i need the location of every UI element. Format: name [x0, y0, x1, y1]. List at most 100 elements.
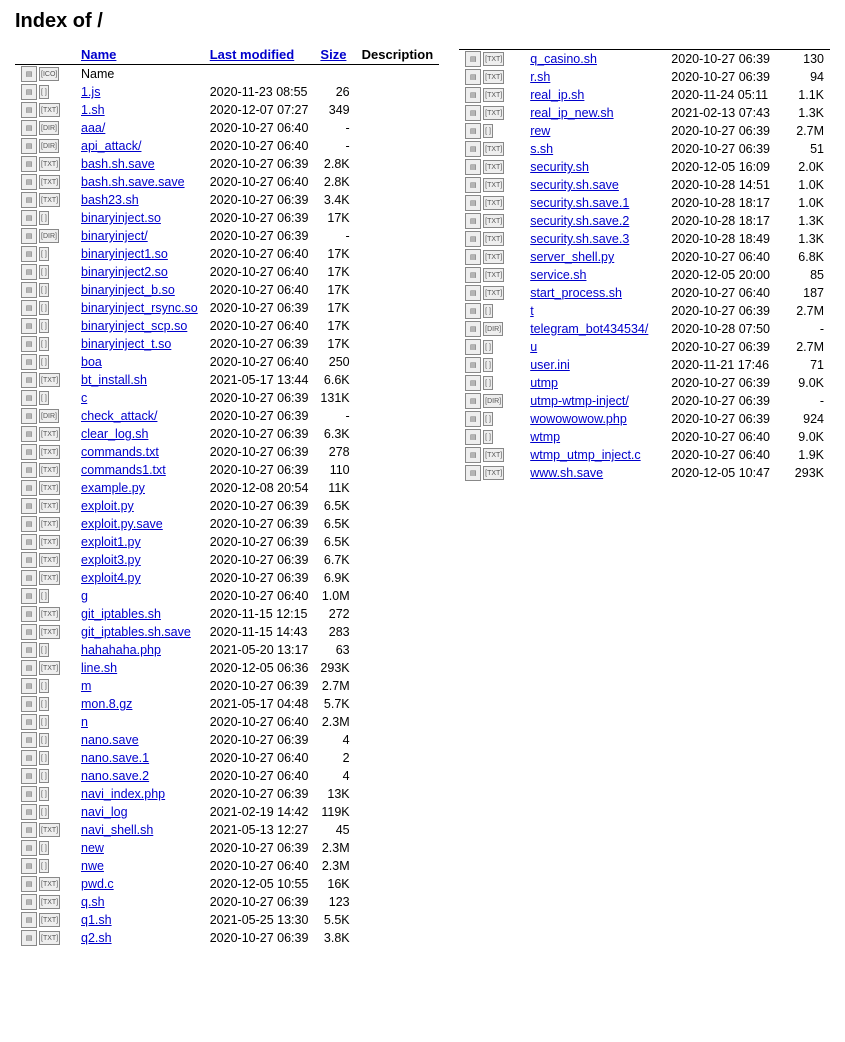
file-name[interactable]: boa — [75, 353, 204, 371]
file-name[interactable]: binaryinject_b.so — [75, 281, 204, 299]
file-link[interactable]: commands1.txt — [81, 463, 166, 477]
file-link[interactable]: q2.sh — [81, 931, 112, 945]
file-name[interactable]: s.sh — [524, 140, 665, 158]
file-name[interactable]: r.sh — [524, 68, 665, 86]
file-link[interactable]: check_attack/ — [81, 409, 157, 423]
file-name[interactable]: exploit1.py — [75, 533, 204, 551]
file-link[interactable]: binaryinject_b.so — [81, 283, 175, 297]
file-link[interactable]: binaryinject_t.so — [81, 337, 171, 351]
file-name[interactable]: 1.js — [75, 83, 204, 101]
file-name[interactable]: real_ip_new.sh — [524, 104, 665, 122]
file-link[interactable]: pwd.c — [81, 877, 114, 891]
file-link[interactable]: git_iptables.sh.save — [81, 625, 191, 639]
file-name[interactable]: q1.sh — [75, 911, 204, 929]
file-name[interactable]: navi_log — [75, 803, 204, 821]
file-link[interactable]: api_attack/ — [81, 139, 141, 153]
file-link[interactable]: security.sh.save — [530, 178, 619, 192]
file-name[interactable]: line.sh — [75, 659, 204, 677]
file-link[interactable]: git_iptables.sh — [81, 607, 161, 621]
file-name[interactable]: exploit.py — [75, 497, 204, 515]
file-link[interactable]: exploit.py.save — [81, 517, 163, 531]
file-name[interactable]: wowowowow.php — [524, 410, 665, 428]
file-name[interactable]: g — [75, 587, 204, 605]
file-name[interactable]: 1.sh — [75, 101, 204, 119]
file-link[interactable]: q1.sh — [81, 913, 112, 927]
file-link[interactable]: exploit4.py — [81, 571, 141, 585]
file-name[interactable]: security.sh.save.1 — [524, 194, 665, 212]
file-name[interactable]: q2.sh — [75, 929, 204, 947]
col-name[interactable]: Name — [75, 45, 204, 65]
file-link[interactable]: q_casino.sh — [530, 52, 597, 66]
file-link[interactable]: user.ini — [530, 358, 570, 372]
file-link[interactable]: utmp — [530, 376, 558, 390]
file-link[interactable]: hahahaha.php — [81, 643, 161, 657]
file-name[interactable]: service.sh — [524, 266, 665, 284]
file-link[interactable]: security.sh.save.1 — [530, 196, 629, 210]
file-link[interactable]: bash.sh.save — [81, 157, 155, 171]
file-name[interactable]: clear_log.sh — [75, 425, 204, 443]
file-name[interactable]: new — [75, 839, 204, 857]
file-link[interactable]: utmp-wtmp-inject/ — [530, 394, 629, 408]
file-name[interactable]: api_attack/ — [75, 137, 204, 155]
file-link[interactable]: commands.txt — [81, 445, 159, 459]
file-link[interactable]: binaryinject/ — [81, 229, 148, 243]
file-name[interactable]: t — [524, 302, 665, 320]
file-link[interactable]: service.sh — [530, 268, 586, 282]
file-link[interactable]: navi_shell.sh — [81, 823, 153, 837]
file-link[interactable]: wtmp_utmp_inject.c — [530, 448, 640, 462]
file-name[interactable]: aaa/ — [75, 119, 204, 137]
file-name[interactable]: binaryinject_t.so — [75, 335, 204, 353]
file-link[interactable]: 1.js — [81, 85, 100, 99]
file-name[interactable]: wtmp_utmp_inject.c — [524, 446, 665, 464]
file-link[interactable]: line.sh — [81, 661, 117, 675]
file-name[interactable]: Name — [75, 65, 204, 84]
file-link[interactable]: navi_log — [81, 805, 128, 819]
file-link[interactable]: q.sh — [81, 895, 105, 909]
file-link[interactable]: real_ip_new.sh — [530, 106, 613, 120]
file-link[interactable]: security.sh — [530, 160, 589, 174]
file-name[interactable]: m — [75, 677, 204, 695]
file-name[interactable]: git_iptables.sh.save — [75, 623, 204, 641]
file-link[interactable]: exploit1.py — [81, 535, 141, 549]
file-name[interactable]: telegram_bot434534/ — [524, 320, 665, 338]
file-link[interactable]: rew — [530, 124, 550, 138]
file-link[interactable]: nano.save.1 — [81, 751, 149, 765]
file-name[interactable]: wtmp — [524, 428, 665, 446]
file-link[interactable]: binaryinject1.so — [81, 247, 168, 261]
file-name[interactable]: nano.save.2 — [75, 767, 204, 785]
file-link[interactable]: exploit3.py — [81, 553, 141, 567]
file-name[interactable]: rew — [524, 122, 665, 140]
file-name[interactable]: commands.txt — [75, 443, 204, 461]
file-link[interactable]: binaryinject_rsync.so — [81, 301, 198, 315]
file-link[interactable]: binaryinject.so — [81, 211, 161, 225]
file-link[interactable]: example.py — [81, 481, 145, 495]
file-link[interactable]: boa — [81, 355, 102, 369]
file-name[interactable]: binaryinject/ — [75, 227, 204, 245]
file-name[interactable]: user.ini — [524, 356, 665, 374]
file-name[interactable]: example.py — [75, 479, 204, 497]
file-name[interactable]: navi_index.php — [75, 785, 204, 803]
file-name[interactable]: nano.save — [75, 731, 204, 749]
file-name[interactable]: start_process.sh — [524, 284, 665, 302]
file-link[interactable]: www.sh.save — [530, 466, 603, 480]
file-name[interactable]: navi_shell.sh — [75, 821, 204, 839]
file-name[interactable]: security.sh — [524, 158, 665, 176]
file-link[interactable]: aaa/ — [81, 121, 105, 135]
file-name[interactable]: bash.sh.save — [75, 155, 204, 173]
file-name[interactable]: utmp-wtmp-inject/ — [524, 392, 665, 410]
file-link[interactable]: wtmp — [530, 430, 560, 444]
file-name[interactable]: bash23.sh — [75, 191, 204, 209]
file-link[interactable]: binaryinject2.so — [81, 265, 168, 279]
col-modified[interactable]: Last modified — [204, 45, 315, 65]
file-name[interactable]: c — [75, 389, 204, 407]
file-name[interactable]: security.sh.save — [524, 176, 665, 194]
file-name[interactable]: q_casino.sh — [524, 50, 665, 69]
file-name[interactable]: utmp — [524, 374, 665, 392]
file-name[interactable]: binaryinject_rsync.so — [75, 299, 204, 317]
file-link[interactable]: c — [81, 391, 87, 405]
file-name[interactable]: security.sh.save.2 — [524, 212, 665, 230]
file-link[interactable]: navi_index.php — [81, 787, 165, 801]
file-link[interactable]: bash23.sh — [81, 193, 139, 207]
file-name[interactable]: pwd.c — [75, 875, 204, 893]
file-name[interactable]: bash.sh.save.save — [75, 173, 204, 191]
